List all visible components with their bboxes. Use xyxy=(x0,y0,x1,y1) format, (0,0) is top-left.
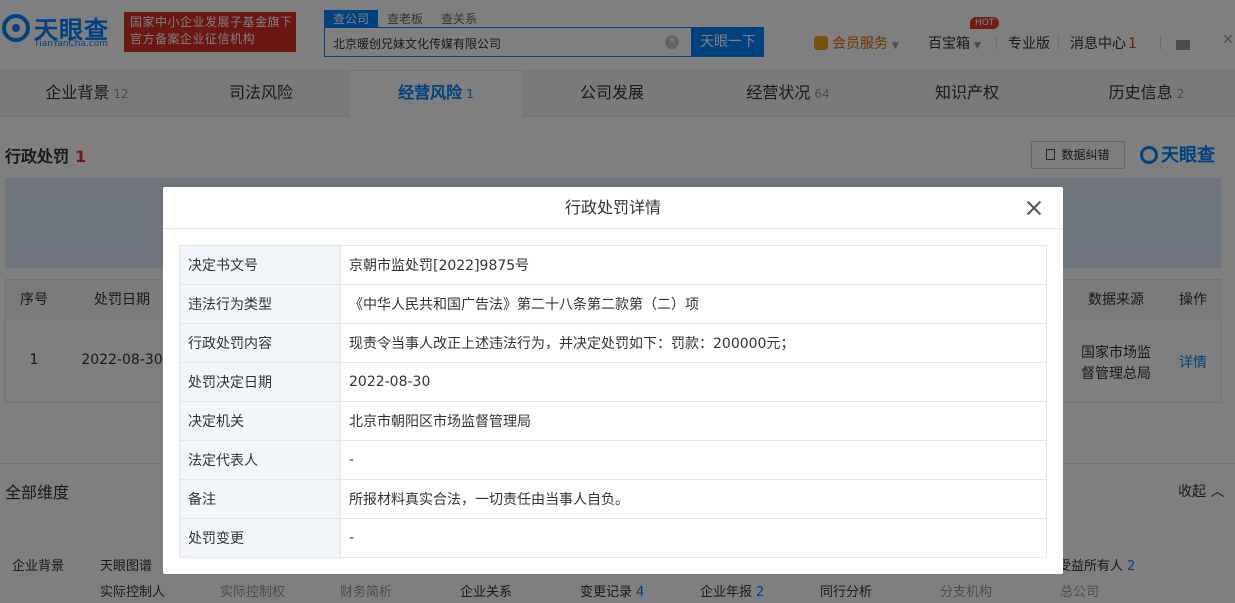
table-row: 法定代表人 - xyxy=(179,440,1047,480)
field-value: - xyxy=(340,518,1047,558)
table-row: 处罚决定日期 2022-08-30 xyxy=(179,362,1047,402)
table-row: 违法行为类型 《中华人民共和国广告法》第二十八条第二款第（二）项 xyxy=(179,284,1047,324)
modal-title: 行政处罚详情 xyxy=(163,187,1063,229)
table-row: 决定书文号 京朝市监处罚[2022]9875号 xyxy=(179,245,1047,285)
field-label: 违法行为类型 xyxy=(179,284,341,324)
field-value: 2022-08-30 xyxy=(340,362,1047,402)
penalty-detail-modal: 行政处罚详情 决定书文号 京朝市监处罚[2022]9875号 违法行为类型 《中华人… xyxy=(163,187,1063,574)
field-value: 所报材料真实合法，一切责任由当事人自负。 xyxy=(340,479,1047,519)
field-value: 《中华人民共和国广告法》第二十八条第二款第（二）项 xyxy=(340,284,1047,324)
field-value: - xyxy=(340,440,1047,480)
table-row: 处罚变更 - xyxy=(179,518,1047,558)
field-label: 法定代表人 xyxy=(179,440,341,480)
field-label: 决定书文号 xyxy=(179,245,341,285)
detail-table: 决定书文号 京朝市监处罚[2022]9875号 违法行为类型 《中华人民共和国广告法… xyxy=(179,245,1047,558)
table-row: 决定机关 北京市朝阳区市场监督管理局 xyxy=(179,401,1047,441)
field-label: 行政处罚内容 xyxy=(179,323,341,363)
table-row: 行政处罚内容 现责令当事人改正上述违法行为，并决定处罚如下：罚款：200000元； xyxy=(179,323,1047,363)
field-label: 处罚决定日期 xyxy=(179,362,341,402)
field-label: 决定机关 xyxy=(179,401,341,441)
table-row: 备注 所报材料真实合法，一切责任由当事人自负。 xyxy=(179,479,1047,519)
close-icon[interactable] xyxy=(1025,199,1043,217)
field-label: 备注 xyxy=(179,479,341,519)
field-value: 北京市朝阳区市场监督管理局 xyxy=(340,401,1047,441)
field-label: 处罚变更 xyxy=(179,518,341,558)
field-value: 现责令当事人改正上述违法行为，并决定处罚如下：罚款：200000元； xyxy=(340,323,1047,363)
field-value: 京朝市监处罚[2022]9875号 xyxy=(340,245,1047,285)
